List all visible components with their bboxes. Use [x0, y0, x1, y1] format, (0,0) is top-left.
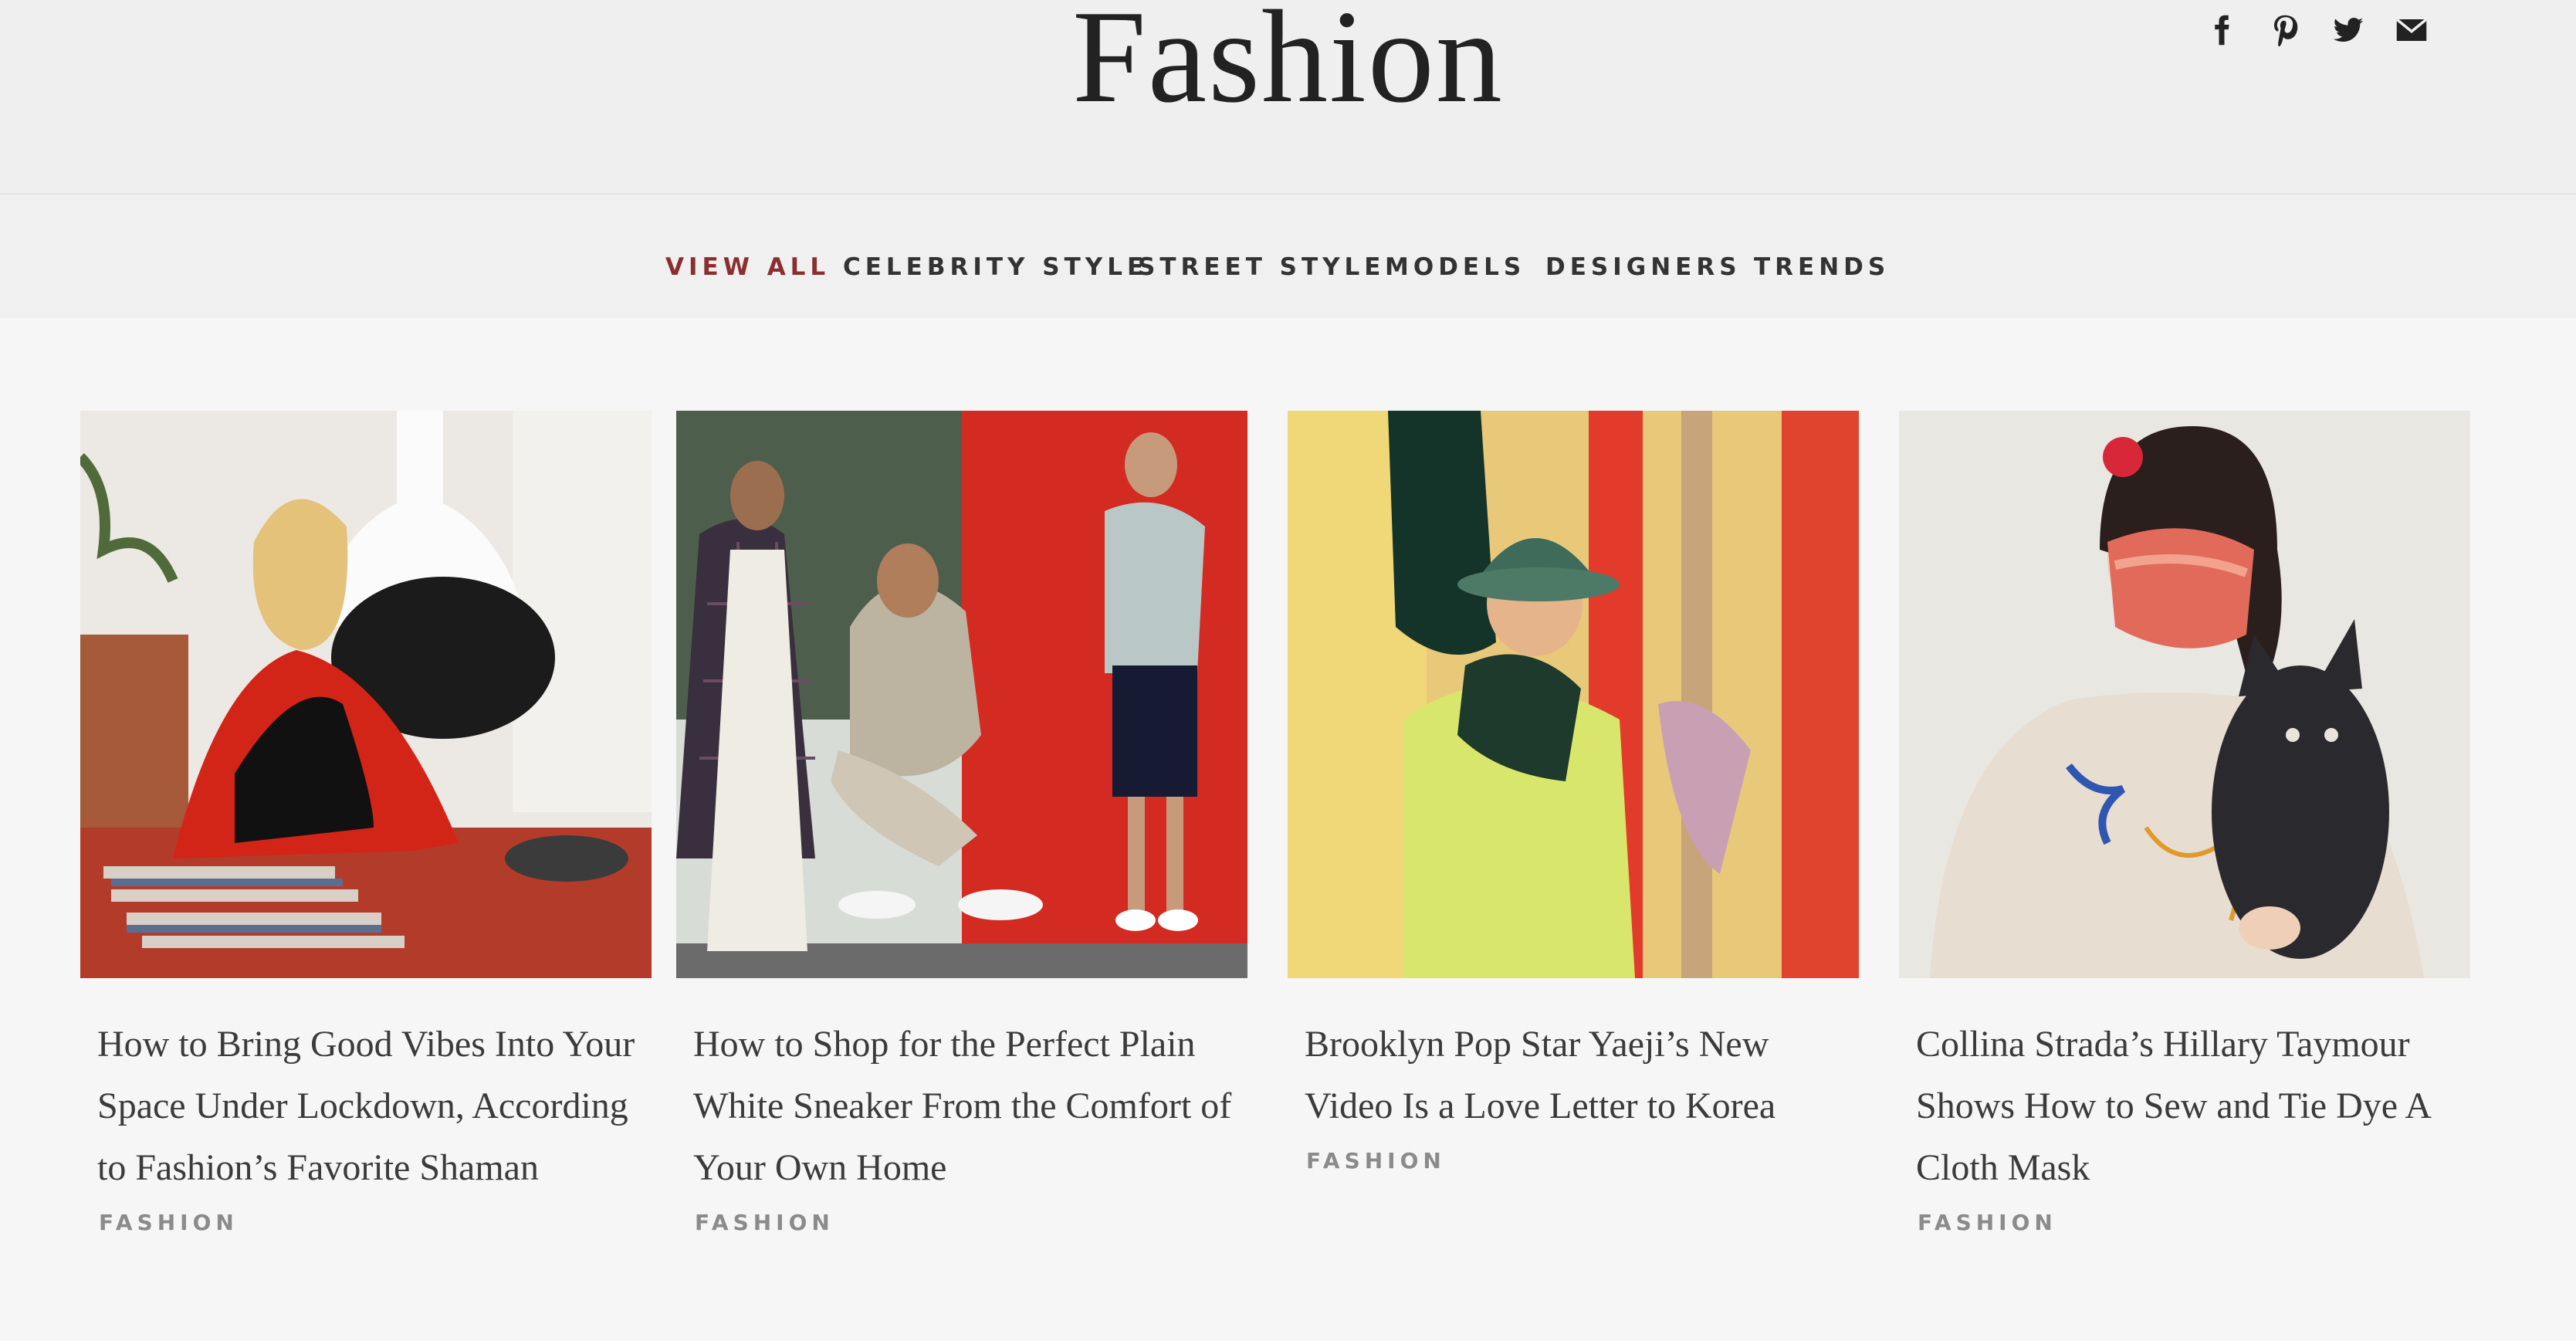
- nav-item-designers[interactable]: DESIGNERS: [1545, 253, 1742, 281]
- article-image[interactable]: [80, 411, 652, 978]
- social-links: [2204, 12, 2429, 48]
- article-image[interactable]: [676, 411, 1247, 978]
- category-nav: VIEW ALL CELEBRITY STYLE STREET STYLE MO…: [0, 193, 2576, 320]
- article-card[interactable]: Collina Strada’s Hillary Taymour Shows H…: [1899, 411, 2470, 1235]
- nav-item-view-all[interactable]: VIEW ALL: [665, 253, 830, 281]
- article-tag[interactable]: FASHION: [1899, 1210, 2470, 1235]
- nav-item-street-style[interactable]: STREET STYLE: [1138, 253, 1385, 281]
- article-tag[interactable]: FASHION: [676, 1210, 1247, 1235]
- nav-item-trends[interactable]: TRENDS: [1754, 253, 1890, 281]
- article-card[interactable]: Brooklyn Pop Star Yaeji’s New Video Is a…: [1288, 411, 1859, 1173]
- article-card[interactable]: How to Shop for the Perfect Plain White …: [676, 411, 1247, 1235]
- article-image[interactable]: [1899, 411, 2470, 978]
- article-headline[interactable]: Brooklyn Pop Star Yaeji’s New Video Is a…: [1288, 1014, 1859, 1137]
- article-grid: How to Bring Good Vibes Into Your Space …: [0, 318, 2576, 1341]
- article-headline[interactable]: Collina Strada’s Hillary Taymour Shows H…: [1899, 1014, 2470, 1199]
- nav-item-celebrity-style[interactable]: CELEBRITY STYLE: [843, 253, 1148, 281]
- article-card[interactable]: How to Bring Good Vibes Into Your Space …: [80, 411, 652, 1235]
- article-tag[interactable]: FASHION: [1288, 1148, 1859, 1173]
- page-title: Fashion: [1072, 0, 1504, 130]
- article-headline[interactable]: How to Shop for the Perfect Plain White …: [676, 1014, 1247, 1199]
- article-tag[interactable]: FASHION: [80, 1210, 652, 1235]
- twitter-icon[interactable]: [2331, 12, 2366, 48]
- email-icon[interactable]: [2394, 12, 2429, 48]
- article-image[interactable]: [1288, 411, 1859, 978]
- pinterest-icon[interactable]: [2267, 12, 2303, 48]
- site-header: Fashion: [0, 0, 2576, 193]
- facebook-icon[interactable]: [2204, 12, 2239, 48]
- nav-item-models[interactable]: MODELS: [1385, 253, 1525, 281]
- article-headline[interactable]: How to Bring Good Vibes Into Your Space …: [80, 1014, 652, 1199]
